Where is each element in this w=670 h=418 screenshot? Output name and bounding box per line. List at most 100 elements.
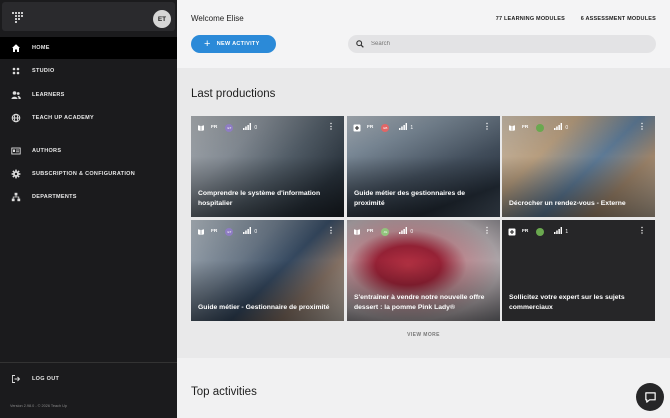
card-title: Sollicitez votre expert sur les sujets c… [509, 294, 625, 311]
level-bars-icon [399, 123, 410, 132]
globe-icon [0, 113, 32, 123]
card-language: FR [211, 229, 218, 234]
card-count: 0 [565, 124, 569, 131]
card-title: Décrocher un rendez-vous - Externe [509, 199, 626, 207]
book-icon [197, 124, 205, 132]
sidebar-header: ET [2, 2, 175, 31]
hierarchy-icon [0, 192, 32, 202]
card-language: FR [367, 229, 374, 234]
plus-square-icon [353, 124, 361, 132]
logout-button[interactable]: LOG OUT [0, 368, 177, 390]
sidebar-item-label: STUDIO [32, 68, 55, 74]
avatar[interactable]: ET [153, 10, 171, 28]
more-options-icon[interactable]: ⋮ [638, 123, 646, 131]
sidebar-item-home[interactable]: HOME [0, 37, 177, 59]
sidebar-item-label: LEARNERS [32, 92, 65, 98]
card-meta: FR JG 0 ⋮ [353, 227, 494, 236]
sidebar-item-label: HOME [32, 45, 50, 51]
sidebar-item-learners[interactable]: LEARNERS [0, 84, 177, 106]
card-title: S'entraîner à vendre notre nouvelle offr… [354, 294, 485, 311]
activity-card[interactable]: FR 1 ⋮ Sollicitez votre expert sur les suje… [502, 220, 655, 321]
sidebar-item-label: SUBSCRIPTION & CONFIGURATION [32, 171, 136, 177]
grid-icon [0, 66, 32, 76]
plus-square-icon [508, 228, 516, 236]
level-bars-icon [399, 227, 410, 236]
author-avatar: ET [225, 123, 234, 132]
id-card-icon [0, 146, 32, 156]
plus-icon: + [204, 37, 211, 50]
module-stats: 77 LEARNING MODULES 6 ASSESSMENT MODULES [482, 16, 656, 22]
more-options-icon[interactable]: ⋮ [638, 227, 646, 235]
level-bars-icon [554, 227, 565, 236]
card-meta: FR EB 1 ⋮ [353, 123, 494, 132]
card-count: 0 [254, 124, 258, 131]
card-meta: FR ET 0 ⋮ [197, 123, 338, 132]
search-bar[interactable] [348, 35, 656, 53]
top-activities-title: Top activities [191, 386, 257, 398]
card-language: FR [367, 125, 374, 130]
author-avatar: JG [381, 227, 390, 236]
author-avatar: ET [225, 227, 234, 236]
activity-card[interactable]: FR JG 0 ⋮ S'entraîner à vendre notre nouvell… [347, 220, 500, 321]
home-icon [0, 43, 32, 53]
card-count: 0 [410, 228, 414, 235]
last-productions-title: Last productions [191, 88, 276, 100]
chat-icon [644, 391, 656, 403]
sidebar-item-label: DEPARTMENTS [32, 194, 77, 200]
card-meta: FR ET 0 ⋮ [197, 227, 338, 236]
author-avatar [536, 227, 545, 236]
new-activity-label: NEW ACTIVITY [216, 41, 260, 47]
header: Welcome Elise 77 LEARNING MODULES 6 ASSE… [177, 0, 670, 68]
version-text: Version 2.98.0 - © 2026 Teach Up [10, 404, 67, 408]
card-title: Comprendre le système d'information hosp… [198, 190, 321, 207]
new-activity-button[interactable]: + NEW ACTIVITY [191, 35, 276, 53]
logout-icon [0, 374, 32, 384]
sidebar: ET HOME STUDIO LEARNERS TEACH UP ACADEMY… [0, 0, 177, 418]
card-language: FR [522, 125, 529, 130]
card-count: 0 [254, 228, 258, 235]
card-title: Guide métier - Gestionnaire de proximité [198, 303, 330, 311]
level-bars-icon [243, 123, 254, 132]
users-icon [0, 90, 32, 100]
book-icon [353, 228, 361, 236]
activity-card[interactable]: FR ET 0 ⋮ Comprendre le système d'informatio… [191, 116, 344, 217]
sidebar-item-label: AUTHORS [32, 148, 62, 154]
search-input[interactable] [371, 41, 631, 47]
sidebar-divider [0, 362, 177, 363]
card-count: 1 [565, 228, 569, 235]
sidebar-item-authors[interactable]: AUTHORS [0, 140, 177, 162]
activity-card[interactable]: FR EB 1 ⋮ Guide métier des gestionnaires de … [347, 116, 500, 217]
author-avatar [536, 123, 545, 132]
welcome-text: Welcome Elise [191, 14, 244, 23]
level-bars-icon [243, 227, 254, 236]
sidebar-item-label: TEACH UP ACADEMY [32, 115, 94, 121]
learning-modules-count: 77 LEARNING MODULES [495, 16, 565, 22]
level-bars-icon [554, 123, 565, 132]
more-options-icon[interactable]: ⋮ [327, 227, 335, 235]
card-title: Guide métier des gestionnaires de proxim… [354, 190, 466, 207]
book-icon [508, 124, 516, 132]
activity-card[interactable]: FR 0 ⋮ Décrocher un rendez-vous - Externe [502, 116, 655, 217]
sidebar-item-departments[interactable]: DEPARTMENTS [0, 186, 177, 208]
gear-icon [0, 169, 32, 179]
logout-label: LOG OUT [32, 376, 60, 382]
card-language: FR [522, 229, 529, 234]
author-avatar: EB [381, 123, 390, 132]
card-count: 1 [410, 124, 414, 131]
chat-button[interactable] [636, 383, 664, 411]
sidebar-item-teach-up-academy[interactable]: TEACH UP ACADEMY [0, 107, 177, 129]
teachup-logo-icon[interactable] [11, 11, 25, 23]
card-language: FR [211, 125, 218, 130]
activity-card[interactable]: FR ET 0 ⋮ Guide métier - Gestionnaire de pro… [191, 220, 344, 321]
view-more-link[interactable]: VIEW MORE [191, 332, 656, 338]
sidebar-item-studio[interactable]: STUDIO [0, 60, 177, 82]
book-icon [197, 228, 205, 236]
sidebar-item-subscription[interactable]: SUBSCRIPTION & CONFIGURATION [0, 163, 177, 185]
more-options-icon[interactable]: ⋮ [483, 227, 491, 235]
assessment-modules-count: 6 ASSESSMENT MODULES [580, 16, 656, 22]
card-meta: FR 0 ⋮ [508, 123, 649, 132]
more-options-icon[interactable]: ⋮ [483, 123, 491, 131]
search-icon [356, 40, 364, 48]
card-meta: FR 1 ⋮ [508, 227, 649, 236]
more-options-icon[interactable]: ⋮ [327, 123, 335, 131]
